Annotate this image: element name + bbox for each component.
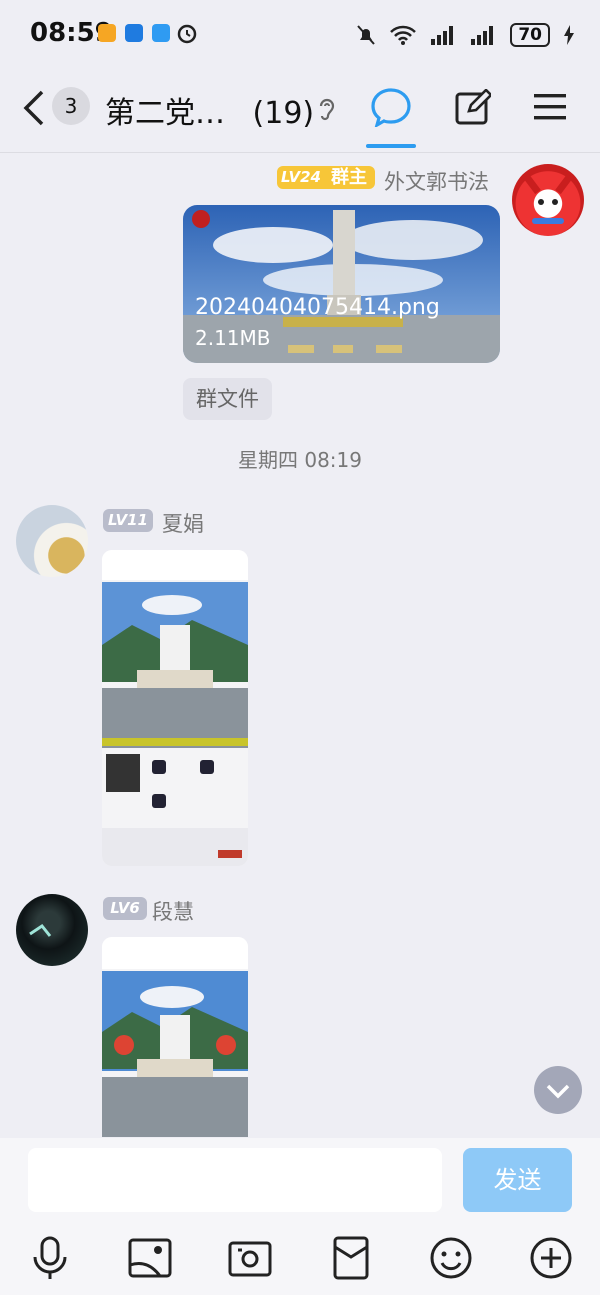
sender-name: 夏娟 [162,512,204,536]
red-packet-icon[interactable] [328,1235,374,1281]
gallery-icon[interactable] [127,1235,173,1281]
charging-icon [564,25,574,45]
earpiece-icon[interactable] [317,94,337,122]
level-badge: LV11 [103,509,153,532]
status-right: 70 [356,20,574,50]
back-arrow-icon[interactable] [22,90,48,126]
mute-icon [357,25,376,45]
sender-avatar[interactable] [512,164,584,236]
menu-icon[interactable] [533,92,567,122]
unread-count-badge[interactable]: 3 [52,87,90,125]
group-title[interactable]: 第二党… (19) [105,88,314,132]
notification-app-icon [98,24,116,42]
owner-badge: 群主 [323,166,375,189]
fox-avatar-icon [523,173,573,224]
screenshot-image[interactable] [102,937,248,1137]
chevron-down-icon [546,1084,570,1099]
level-badge: LV6 [103,897,147,920]
microphone-icon[interactable] [27,1235,73,1281]
memorial-screenshot-preview [102,937,248,1137]
battery-indicator: 70 [510,23,550,47]
sender-avatar[interactable] [16,894,88,966]
signal-icon [471,26,494,45]
send-button[interactable]: 发送 [463,1148,572,1212]
screenshot-image[interactable] [102,550,248,866]
scroll-to-bottom-button[interactable] [534,1066,582,1114]
group-files-tag[interactable]: 群文件 [183,378,272,420]
message-input[interactable] [28,1148,442,1212]
notification-app-icon [152,24,170,42]
chat-bubble-icon[interactable] [370,87,412,127]
group-name: 第二党… [105,96,225,131]
signal-icon [431,26,454,45]
camera-icon[interactable] [227,1235,273,1281]
file-name: 20240404075414.png [195,295,440,320]
message-timestamp: 星期四 08:19 [238,448,362,472]
wifi-icon [390,25,417,45]
sender-name: 段慧 [152,900,194,924]
active-tab-underline [366,144,416,148]
edit-icon[interactable] [455,89,491,125]
file-card[interactable]: 20240404075414.png 2.11MB [183,205,500,363]
sender-name: 外文郭书法 [384,170,489,194]
alarm-icon [177,24,197,44]
emoji-icon[interactable] [428,1235,474,1281]
level-badge: LV24 [277,166,325,189]
header-divider [0,152,600,153]
file-size: 2.11MB [195,326,271,350]
status-bar: 08:59 70 [0,0,600,70]
dark-avatar-icon [29,923,52,937]
sender-avatar[interactable] [16,505,88,577]
notification-app-icon [125,24,143,42]
member-count: (19) [252,96,315,131]
memorial-screenshot-preview [102,550,248,866]
plus-icon[interactable] [528,1235,574,1281]
